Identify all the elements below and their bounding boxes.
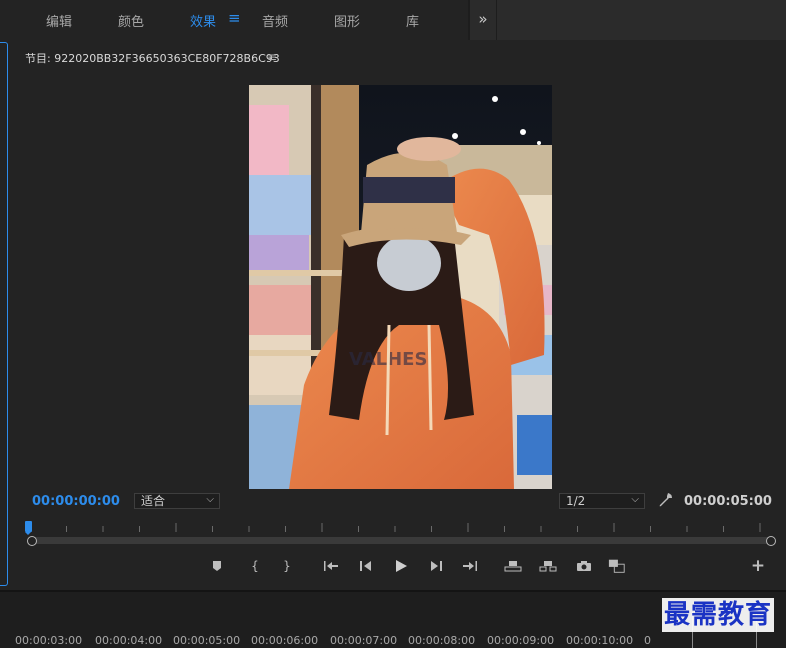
hamburger-menu-icon[interactable]: ≡ [267,50,277,64]
mark-in-button[interactable]: { [246,557,264,575]
tab-graphics[interactable]: 图形 [334,11,360,30]
step-back-button[interactable] [357,557,375,575]
marker-icon [213,561,221,571]
timeline-label: 00:00:10:00 [566,634,634,647]
timeline-label: 00:00:03:00 [15,634,83,647]
play-icon [396,560,407,572]
timeline-label: 00:00:05:00 [173,634,241,647]
export-frame-button[interactable] [575,557,593,575]
double-chevron-right-icon: » [478,10,488,28]
timeline-label: 0 [644,634,651,647]
playhead-handle[interactable] [25,521,32,535]
resolution-label: 1/2 [566,494,586,508]
tab-color[interactable]: 颜色 [118,11,144,30]
video-frame-image: VALHES [249,85,552,489]
camera-icon [577,561,591,571]
timeline-label: 00:00:06:00 [251,634,319,647]
watermark: 最需教育 [662,598,775,632]
playback-resolution-dropdown[interactable]: 1/2 ⌵ [559,493,645,509]
comparison-icon [608,559,625,573]
timeline-label: 00:00:07:00 [330,634,398,647]
tab-audio[interactable]: 音频 [262,11,288,30]
play-button[interactable] [392,557,410,575]
lift-button[interactable] [504,557,522,575]
plus-icon: + [750,556,766,576]
timeline-label: 00:00:09:00 [487,634,555,647]
step-forward-button[interactable] [427,557,445,575]
go-to-out-button[interactable] [461,557,479,575]
more-workspaces-button[interactable]: » [470,0,496,40]
go-to-in-button[interactable] [322,557,340,575]
extract-icon [539,561,557,572]
chevron-down-icon: ⌵ [631,494,639,505]
zoom-scrollbar[interactable] [30,537,772,544]
workspace-bar-filler [497,0,786,40]
tab-effects[interactable]: 效果 [190,11,216,30]
add-marker-button[interactable] [208,557,226,575]
mark-in-icon: { [251,559,259,573]
timeline-label: 00:00:08:00 [408,634,476,647]
timeline-label: 00:00:04:00 [95,634,163,647]
mark-out-button[interactable]: } [278,557,296,575]
wrench-icon[interactable] [657,492,673,512]
duration-timecode: 00:00:05:00 [684,494,772,509]
zoom-scrollbar-right-handle[interactable] [766,536,776,546]
button-editor-button[interactable]: + [749,556,767,576]
mark-out-icon: } [283,559,291,573]
extract-button[interactable] [539,557,557,575]
premiere-window: 编辑 颜色 效果 ≡ 音频 图形 库 » 节目: 922020BB32F3665… [0,0,786,648]
zoom-fit-dropdown[interactable]: 适合 ⌵ [134,493,220,509]
go-to-in-icon [324,561,338,571]
tab-menu-icon[interactable]: ≡ [228,9,241,27]
panel-focus-indicator [0,42,8,586]
step-forward-icon [431,561,442,571]
go-to-out-icon [463,561,477,571]
tab-edit[interactable]: 编辑 [46,11,72,30]
zoom-scrollbar-left-handle[interactable] [27,536,37,546]
comparison-view-button[interactable] [608,557,626,575]
tab-libraries[interactable]: 库 [406,11,419,30]
workspace-tabs: 编辑 颜色 效果 ≡ 音频 图形 库 [0,0,468,40]
mini-time-ruler[interactable] [24,520,776,534]
workspace-bar: 编辑 颜色 效果 ≡ 音频 图形 库 » [0,0,786,40]
video-preview: VALHES [249,85,552,489]
step-back-icon [360,561,371,571]
panel-title[interactable]: 节目: 922020BB32F36650363CE80F728B6C93 [25,50,280,66]
chevron-down-icon: ⌵ [206,494,214,505]
zoom-fit-label: 适合 [141,494,166,508]
current-timecode[interactable]: 00:00:00:00 [32,494,120,509]
lift-icon [504,561,522,572]
